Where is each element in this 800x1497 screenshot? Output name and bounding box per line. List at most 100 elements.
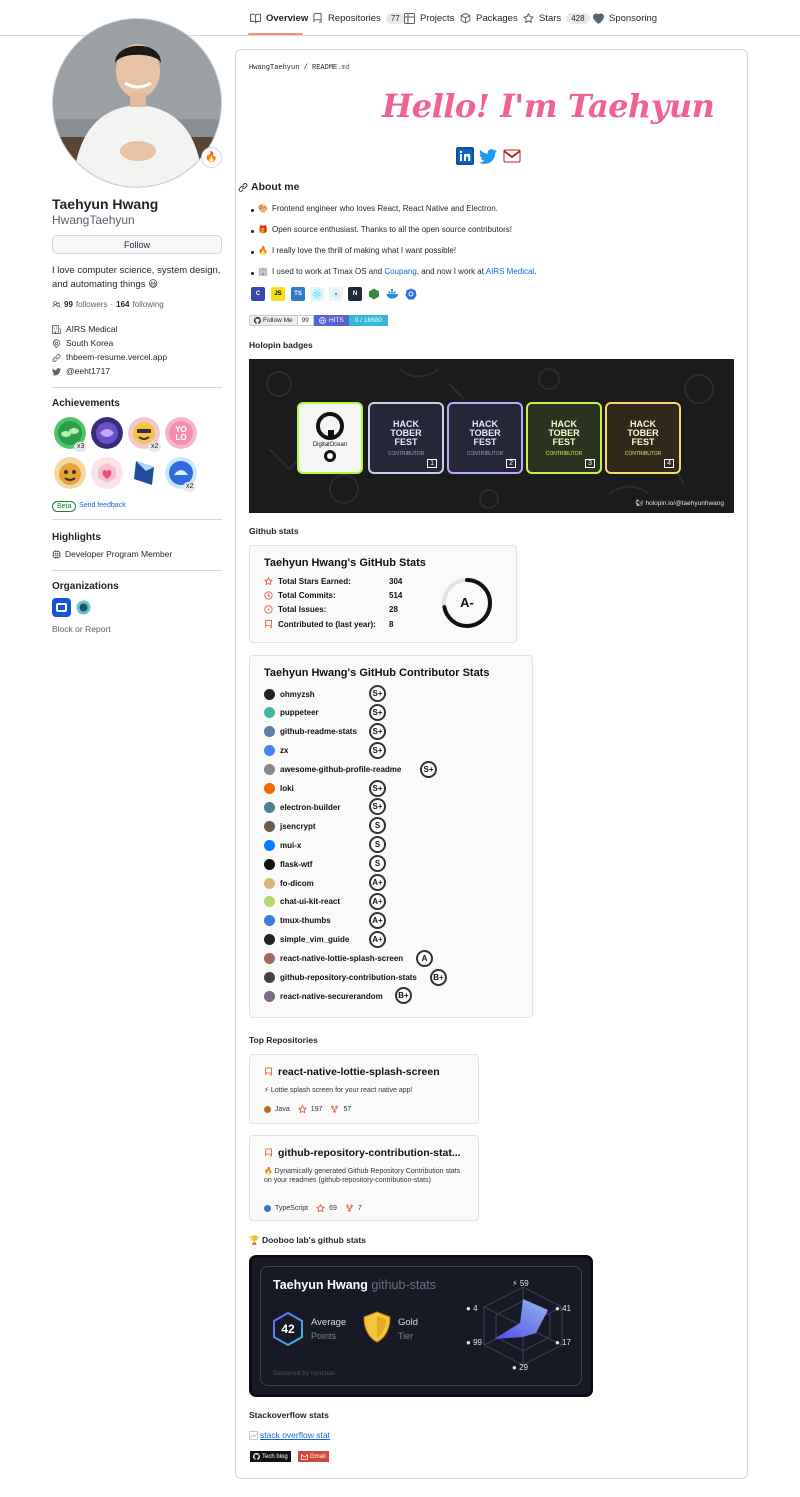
fork-icon <box>331 1105 339 1113</box>
holopin-badge[interactable]: HACK TOBER FEST CONTRIBUTOR 1 <box>368 402 444 474</box>
twitter-handle[interactable]: @eeht1717 <box>66 366 110 376</box>
readme-path-user[interactable]: HwangTaehyun <box>249 64 299 72</box>
contributor-repo-name[interactable]: awesome-github-profile-readme <box>280 765 401 774</box>
bullet-emoji: 🎨 <box>258 204 268 213</box>
repo-name[interactable]: react-native-lottie-splash-screen <box>264 1066 440 1078</box>
contributor-repo-name[interactable]: zx <box>280 746 288 755</box>
twitter-icon[interactable] <box>479 147 497 165</box>
stackoverflow-stat-link[interactable]: stack overflow stat <box>249 1430 330 1440</box>
contributor-row[interactable]: react-native-securerandom <box>264 989 383 1003</box>
repo-owner-avatar-icon <box>264 783 275 794</box>
stackoverflow-link-text[interactable]: stack overflow stat <box>260 1430 330 1440</box>
contributor-row[interactable]: simple_vim_guide <box>264 933 349 947</box>
status-emoji[interactable]: 🔥 <box>201 147 222 168</box>
website-link[interactable]: thbeem-resume.vercel.app <box>66 352 167 362</box>
stat-label: Total Stars Earned: <box>278 577 351 586</box>
contributor-repo-name[interactable]: tmux-thumbs <box>280 916 331 925</box>
contributor-row[interactable]: zx <box>264 744 288 758</box>
contributor-repo-name[interactable]: mui-x <box>280 841 301 850</box>
tab-projects[interactable]: Projects <box>404 9 454 27</box>
achievement-arctic-code-vault[interactable] <box>128 457 160 489</box>
contributor-row[interactable]: electron-builder <box>264 800 340 814</box>
contributor-row[interactable]: puppeteer <box>264 706 319 720</box>
repo-language: Java <box>275 1106 290 1113</box>
contributor-repo-name[interactable]: react-native-securerandom <box>280 992 383 1001</box>
holopin-badge-title: HACK TOBER FEST <box>469 418 501 447</box>
contributor-row[interactable]: mui-x <box>264 838 301 852</box>
holopin-badge[interactable]: HACK TOBER FEST CONTRIBUTOR 4 <box>605 402 681 474</box>
repo-name[interactable]: github-repository-contribution-stat... <box>264 1147 461 1159</box>
gmail-icon[interactable] <box>503 147 521 165</box>
organization-avatar[interactable] <box>74 598 93 617</box>
contributor-repo-name[interactable]: puppeteer <box>280 708 319 717</box>
contributor-repo-name[interactable]: loki <box>280 784 294 793</box>
vcard-twitter[interactable]: @eeht1717 <box>52 366 110 376</box>
achievement-starstruck[interactable] <box>54 457 86 489</box>
repo-name-text[interactable]: react-native-lottie-splash-screen <box>278 1066 440 1078</box>
holopin-board[interactable]: DigitalOcean HACK TOBER FEST CONTRIBUTOR… <box>249 359 734 513</box>
follow-me-badge[interactable]: Follow Me 99 <box>249 315 314 326</box>
tab-stars[interactable]: Stars 428 <box>523 9 590 27</box>
tab-sponsoring[interactable]: Sponsoring <box>593 9 657 27</box>
contributor-row[interactable]: react-native-lottie-splash-screen <box>264 952 403 966</box>
contributor-repo-name[interactable]: github-readme-stats <box>280 727 357 736</box>
contributor-row[interactable]: tmux-thumbs <box>264 914 331 928</box>
dooboo-radar-chart <box>483 1286 563 1366</box>
contributor-rank-badge: B+ <box>430 968 447 986</box>
organization-avatar[interactable] <box>52 598 71 617</box>
airs-medical-link[interactable]: AIRS Medical <box>486 267 534 276</box>
contributor-repo-name[interactable]: ohmyzsh <box>280 690 315 699</box>
holopin-badge[interactable]: DigitalOcean <box>297 402 363 474</box>
achievement-galaxy-brain[interactable] <box>91 417 123 449</box>
contributor-row[interactable]: github-repository-contribution-stats <box>264 971 417 985</box>
list-item: 🔥 I really love the thrill of making wha… <box>250 246 456 255</box>
repo-owner-avatar-icon <box>264 820 275 832</box>
avatar[interactable] <box>52 18 222 188</box>
react-icon <box>310 287 324 301</box>
tab-packages[interactable]: Packages <box>460 9 518 27</box>
stat-row: Total Commits: <box>264 591 336 600</box>
contributor-row[interactable]: awesome-github-profile-readme <box>264 763 401 777</box>
c-language-icon: C <box>251 287 265 301</box>
contributor-repo-name[interactable]: fo-dicom <box>280 879 314 888</box>
contributor-row[interactable]: chat-ui-kit-react <box>264 895 340 909</box>
electron-icon <box>329 287 343 301</box>
contributor-repo-name[interactable]: electron-builder <box>280 803 340 812</box>
contributor-row[interactable]: ohmyzsh <box>264 687 315 701</box>
contributor-repo-name[interactable]: flask-wtf <box>280 860 312 869</box>
linkedin-icon[interactable] <box>456 147 474 165</box>
holopin-badge[interactable]: HACK TOBER FEST CONTRIBUTOR 2 <box>447 402 523 474</box>
contributor-row[interactable]: fo-dicom <box>264 876 314 890</box>
contributor-row[interactable]: loki <box>264 782 294 796</box>
achievement-yolo[interactable]: YO LO <box>165 417 197 449</box>
following-count[interactable]: 164 <box>116 300 129 309</box>
contributor-repo-name[interactable]: react-native-lottie-splash-screen <box>280 954 403 963</box>
contributor-rank-badge: S+ <box>369 722 386 740</box>
tab-repositories[interactable]: Repositories 77 <box>312 9 405 27</box>
tab-overview[interactable]: Overview <box>250 9 308 27</box>
following-label[interactable]: following <box>133 300 164 309</box>
achievement-public-sponsor[interactable] <box>91 457 123 489</box>
contributor-repo-name[interactable]: jsencrypt <box>280 822 316 831</box>
contributor-repo-name[interactable]: chat-ui-kit-react <box>280 897 340 906</box>
company-text: AIRS Medical <box>66 324 118 334</box>
link-icon[interactable] <box>238 182 248 192</box>
contributor-row[interactable]: flask-wtf <box>264 857 312 871</box>
followers-label[interactable]: followers <box>76 300 108 309</box>
vcard-website[interactable]: thbeem-resume.vercel.app <box>52 352 167 362</box>
holopin-badge[interactable]: HACK TOBER FEST CONTRIBUTOR 3 <box>526 402 602 474</box>
contributor-repo-name[interactable]: github-repository-contribution-stats <box>280 973 417 982</box>
tech-blog-badge[interactable]: Tech blog <box>250 1451 291 1462</box>
followers-count[interactable]: 99 <box>64 300 73 309</box>
gmail-badge[interactable]: Gmail <box>298 1451 329 1462</box>
stackoverflow-heading: Stackoverflow stats <box>249 1410 329 1420</box>
contributor-row[interactable]: github-readme-stats <box>264 725 357 739</box>
repo-name-text[interactable]: github-repository-contribution-stat... <box>278 1147 461 1159</box>
contributor-row[interactable]: jsencrypt <box>264 819 316 833</box>
send-feedback-link[interactable]: Send feedback <box>79 501 126 511</box>
follow-button[interactable]: Follow <box>52 235 222 254</box>
contributor-repo-name[interactable]: simple_vim_guide <box>280 935 349 944</box>
coupang-link[interactable]: Coupang <box>384 267 416 276</box>
hands-icon <box>324 450 336 462</box>
block-or-report-link[interactable]: Block or Report <box>52 624 111 634</box>
